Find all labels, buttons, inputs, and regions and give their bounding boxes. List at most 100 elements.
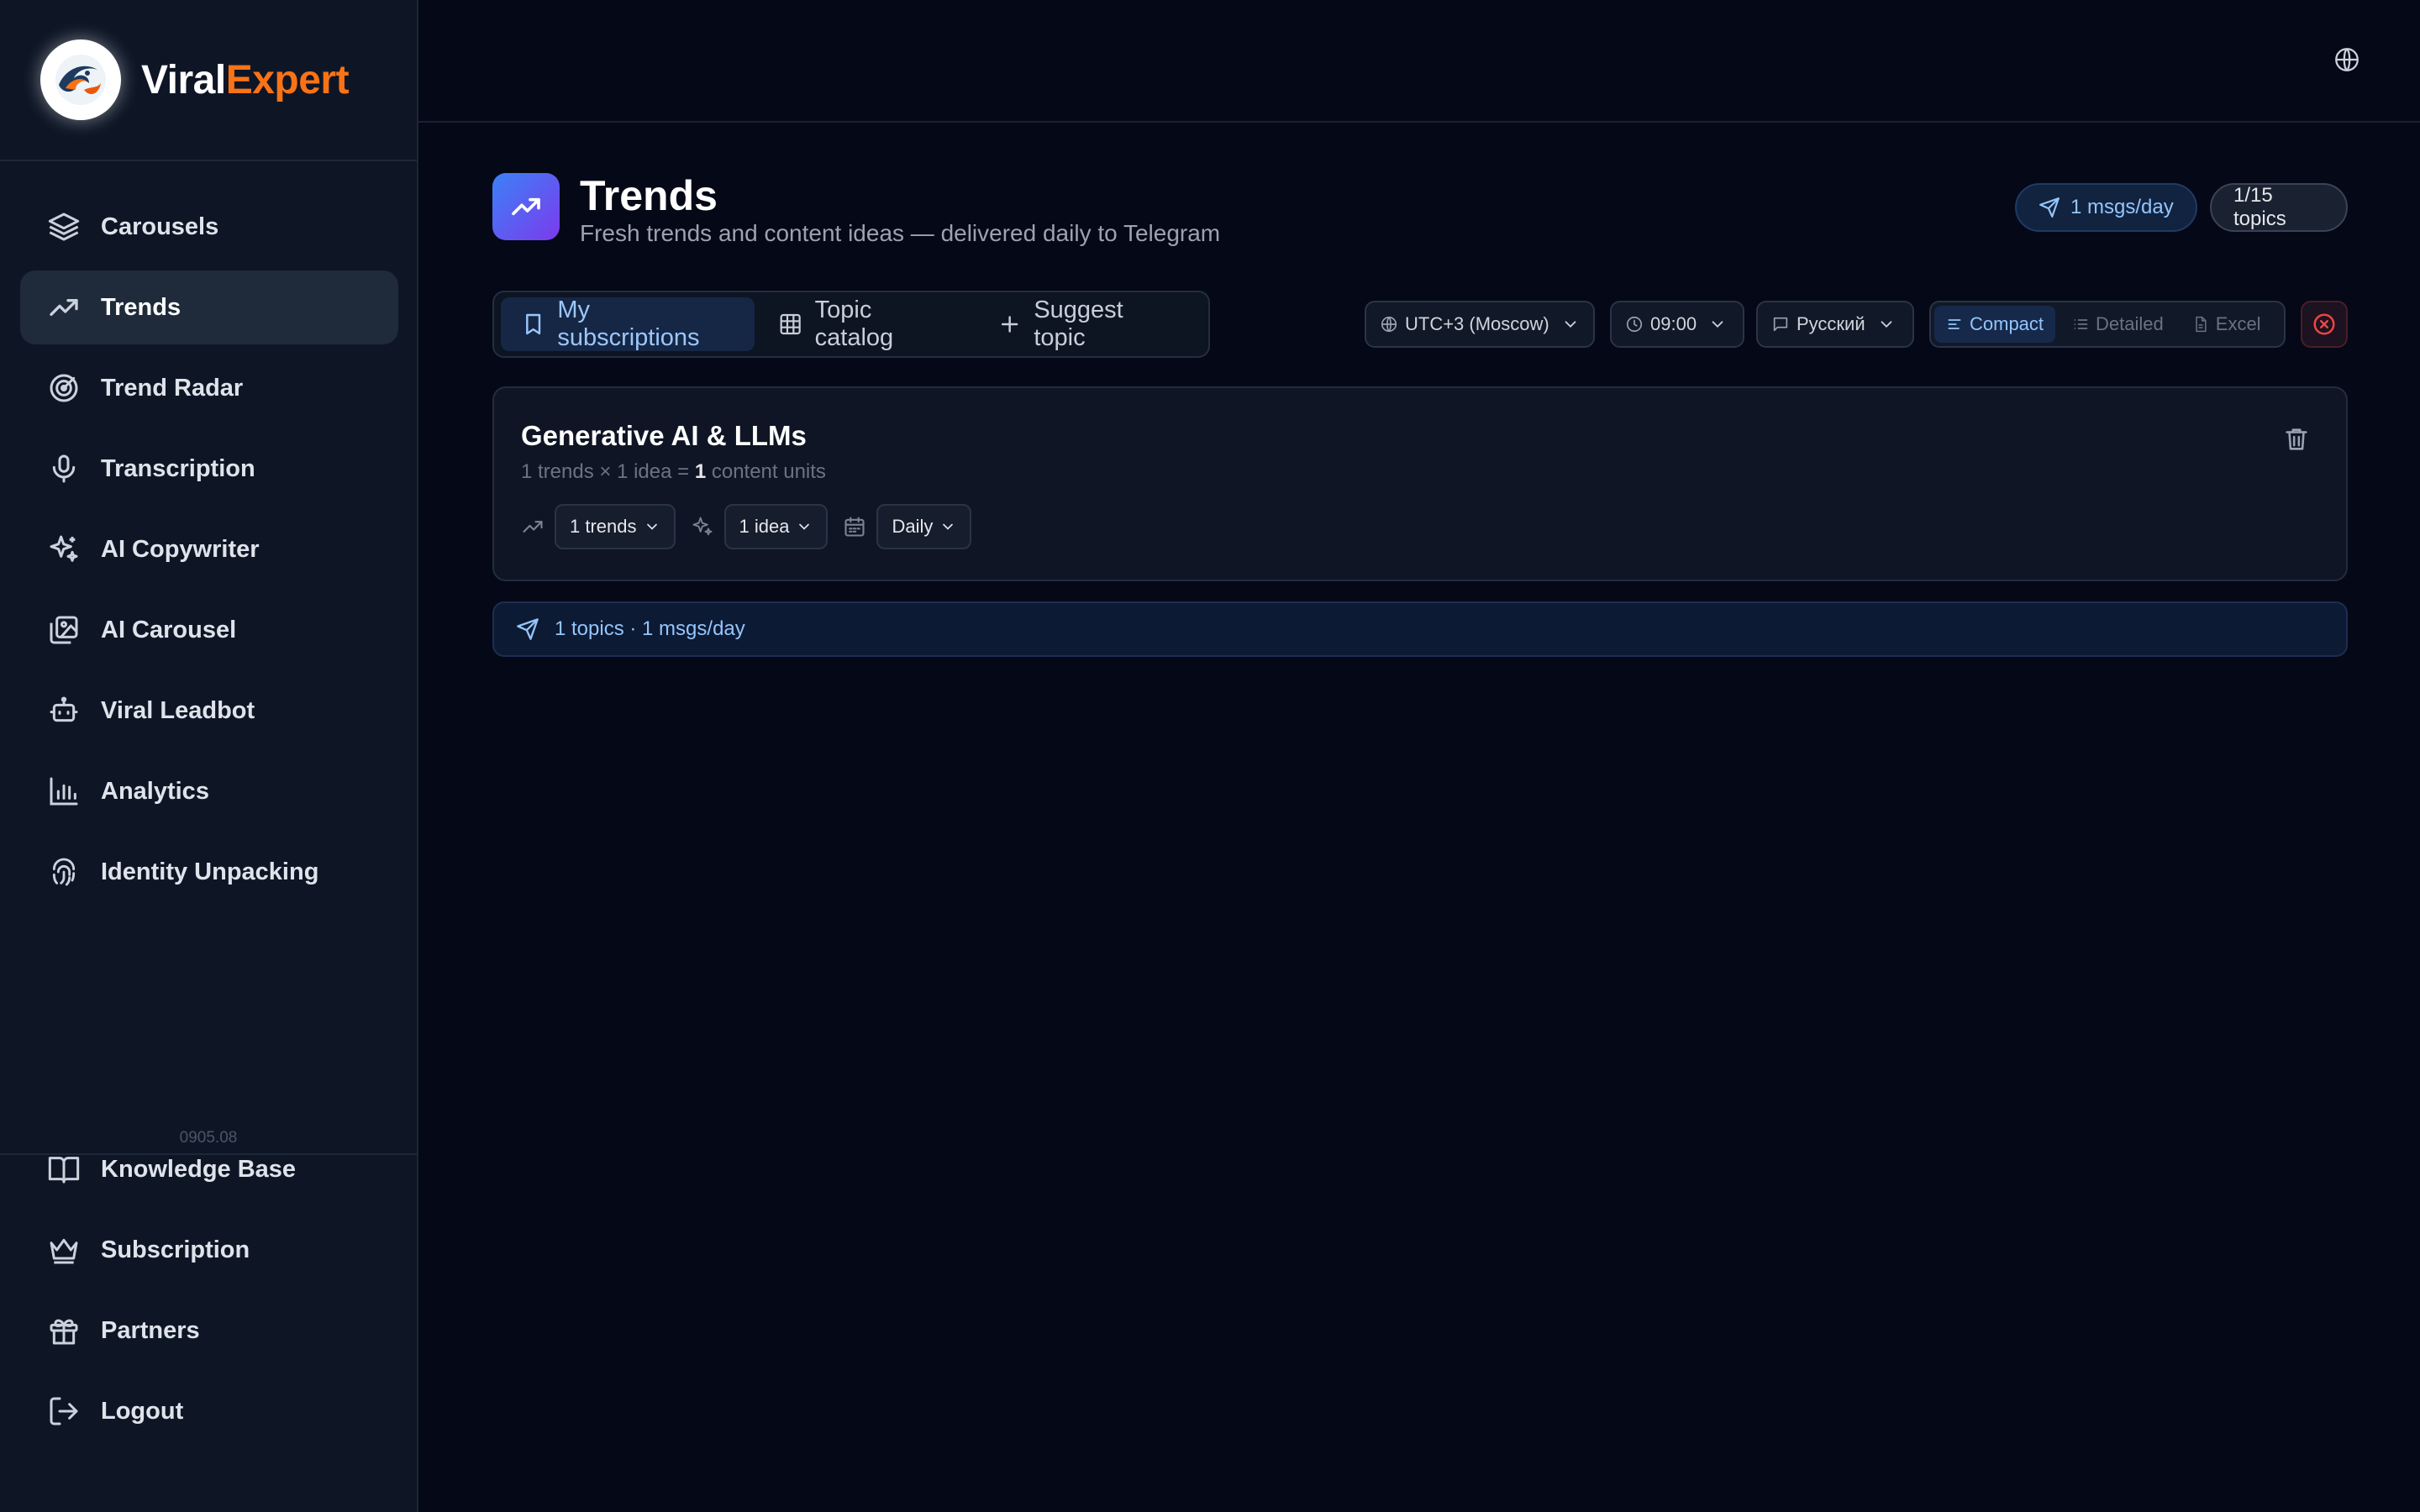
images-icon: [50, 616, 78, 644]
language-value: Русский: [1797, 313, 1865, 334]
language-switch-button[interactable]: [2333, 45, 2361, 74]
unsubscribe-all-button[interactable]: [2301, 301, 2348, 348]
main-content: Trends Fresh trends and content ideas — …: [492, 123, 2348, 657]
trends-count-value: 1 trends: [570, 516, 637, 537]
plus-icon: [1001, 316, 1018, 333]
chevron-down-icon: [1565, 321, 1576, 328]
globe-icon: [1381, 316, 1397, 333]
brand-logo: [40, 39, 121, 120]
tab-my-subscriptions[interactable]: My subscriptions: [501, 297, 755, 351]
sidebar-item-label: Logout: [101, 1397, 184, 1425]
sidebar-item-label: Partners: [101, 1316, 200, 1344]
msgs-per-day-badge[interactable]: 1 msgs/day: [2015, 183, 2197, 232]
sidebar-item-label: Trend Radar: [101, 374, 244, 402]
subscription-meta: 1 trends × 1 idea = 1 content units: [521, 460, 826, 484]
trending-up-icon: [50, 299, 78, 316]
tab-suggest-topic[interactable]: Suggest topic: [977, 297, 1198, 351]
sidebar-item-label: AI Copywriter: [101, 535, 260, 563]
brand[interactable]: ViralExpert: [0, 0, 417, 161]
layers-icon: [48, 213, 80, 241]
bar-chart-icon: [50, 777, 78, 806]
sidebar-item-ai-copywriter[interactable]: AI Copywriter: [20, 512, 398, 586]
sidebar-nav: Carousels Trends Trend Radar Transcripti…: [20, 190, 398, 916]
sidebar-item-label: Subscription: [101, 1236, 250, 1263]
chevron-down-icon: [1881, 321, 1892, 328]
sidebar-item-partners[interactable]: Partners: [20, 1294, 398, 1368]
sidebar-item-trends[interactable]: Trends: [20, 270, 398, 344]
meta-prefix: 1 trends × 1 idea =: [521, 460, 695, 483]
view-mode-label: Detailed: [2096, 313, 2164, 334]
sidebar-item-subscription[interactable]: Subscription: [20, 1213, 398, 1287]
sidebar-item-knowledge-base[interactable]: Knowledge Base: [20, 1132, 398, 1206]
sidebar-item-label: Trends: [101, 293, 182, 321]
delete-subscription-button[interactable]: [2282, 425, 2311, 454]
view-compact-button[interactable]: Compact: [1934, 306, 2056, 343]
toolbar: My subscriptions Topic catalog Suggest t…: [492, 291, 2348, 371]
message-icon: [1773, 317, 1788, 332]
delivery-summary: 1 topics · 1 msgs/day: [492, 601, 2348, 657]
trends-count-select[interactable]: 1 trends: [555, 504, 676, 549]
calendar-icon: [844, 517, 865, 537]
sidebar-item-ai-carousel[interactable]: AI Carousel: [20, 593, 398, 667]
sidebar-item-label: Transcription: [101, 454, 255, 482]
tab-topic-catalog[interactable]: Topic catalog: [758, 297, 974, 351]
frequency-value: Daily: [892, 516, 934, 537]
sidebar-item-label: Analytics: [101, 777, 209, 805]
fingerprint-icon: [52, 858, 76, 886]
sidebar-item-transcription[interactable]: Transcription: [20, 432, 398, 506]
sidebar-item-identity-unpacking[interactable]: Identity Unpacking: [20, 835, 398, 909]
wave-logo-icon: [55, 55, 106, 105]
sidebar-bottom-nav: Knowledge Base Subscription Partners Log…: [20, 1132, 398, 1455]
time-select[interactable]: 09:00: [1610, 301, 1744, 348]
ideas-count-select[interactable]: 1 idea: [723, 504, 829, 549]
trending-up-icon: [523, 521, 543, 533]
file-icon: [2196, 316, 2207, 333]
frequency-select[interactable]: Daily: [876, 504, 972, 549]
clock-icon: [1626, 316, 1643, 333]
tab-label: My subscriptions: [557, 297, 700, 351]
tabs: My subscriptions Topic catalog Suggest t…: [492, 291, 1210, 358]
sidebar-item-label: AI Carousel: [101, 616, 237, 643]
sidebar-item-carousels[interactable]: Carousels: [20, 190, 398, 264]
page-subtitle: Fresh trends and content ideas — deliver…: [580, 220, 1221, 246]
view-excel-button[interactable]: Excel: [2181, 306, 2273, 343]
subscription-card: Generative AI & LLMs 1 trends × 1 idea =…: [492, 386, 2348, 581]
book-icon: [48, 1157, 80, 1184]
timezone-select[interactable]: UTC+3 (Moscow): [1365, 301, 1595, 348]
view-mode-label: Compact: [1970, 313, 2044, 334]
topics-count-badge[interactable]: 1/15 topics: [2210, 183, 2348, 232]
subscription-title: Generative AI & LLMs: [521, 420, 807, 451]
top-bar: [418, 0, 2420, 123]
bot-icon: [50, 696, 78, 722]
view-mode-label: Excel: [2215, 313, 2261, 334]
ideas-count-value: 1 idea: [739, 516, 790, 537]
logout-icon: [50, 1397, 78, 1425]
list-icon: [2074, 319, 2088, 329]
language-select[interactable]: Русский: [1756, 301, 1914, 348]
sidebar-item-label: Identity Unpacking: [101, 858, 319, 885]
sidebar-item-logout[interactable]: Logout: [20, 1374, 398, 1448]
send-icon: [2039, 197, 2060, 218]
trash-icon: [2286, 428, 2307, 450]
chevron-down-icon: [799, 523, 810, 530]
brand-name-part1: Viral: [141, 57, 226, 102]
crown-icon: [50, 1238, 78, 1264]
gift-icon: [50, 1319, 78, 1345]
chevron-down-icon: [646, 523, 657, 530]
msgs-per-day-text: 1 msgs/day: [2070, 196, 2174, 218]
close-circle-icon: [2313, 313, 2335, 335]
tab-label: Topic catalog: [814, 297, 894, 351]
view-detailed-button[interactable]: Detailed: [2060, 306, 2175, 343]
sidebar-item-trend-radar[interactable]: Trend Radar: [20, 351, 398, 425]
grid-icon: [780, 313, 802, 335]
bookmark-icon: [526, 313, 541, 335]
chevron-down-icon: [943, 523, 954, 530]
globe-icon: [2335, 48, 2359, 71]
brand-name-part2: Expert: [225, 57, 350, 102]
sidebar-item-analytics[interactable]: Analytics: [20, 754, 398, 828]
microphone-icon: [52, 454, 76, 483]
sparkles-icon: [692, 517, 712, 536]
page-icon: [492, 173, 560, 240]
sidebar-item-label: Carousels: [101, 213, 219, 240]
sidebar-item-viral-leadbot[interactable]: Viral Leadbot: [20, 674, 398, 748]
